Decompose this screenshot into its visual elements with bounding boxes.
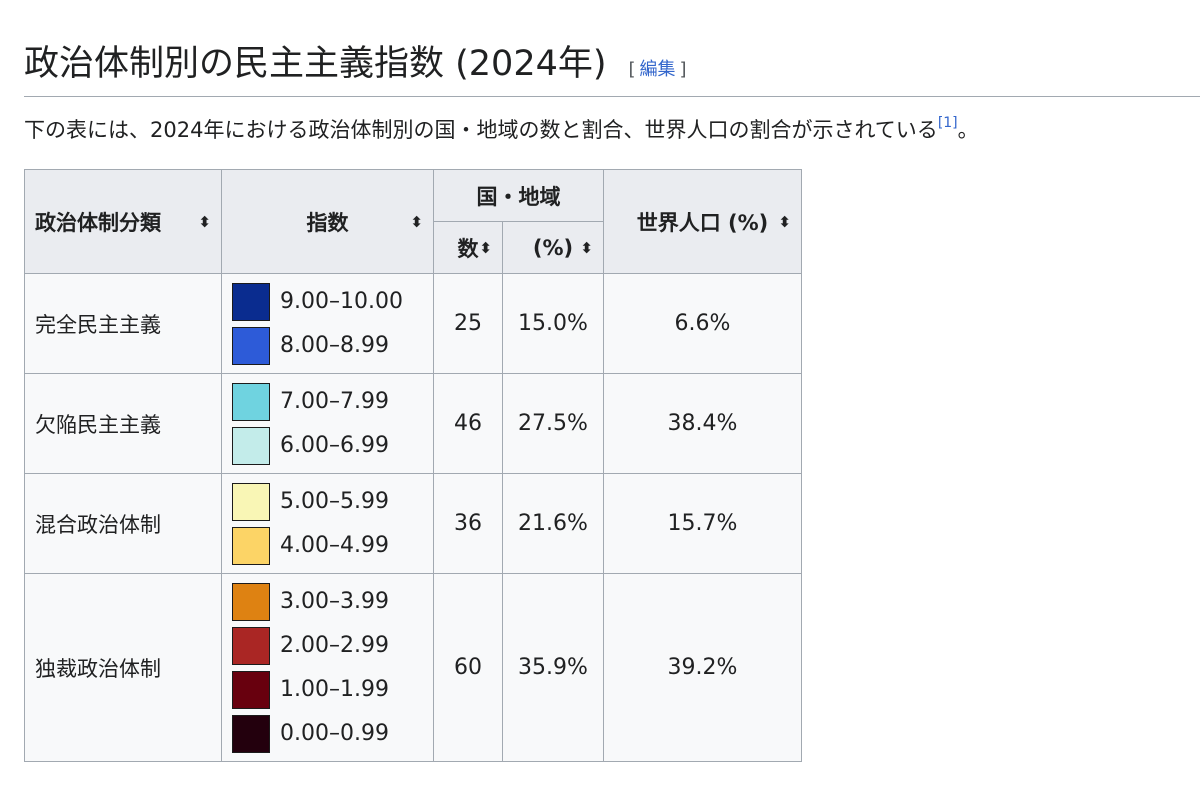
country-count: 36 bbox=[433, 473, 503, 574]
color-swatch bbox=[232, 714, 270, 753]
legend-label: 0.00–0.99 bbox=[280, 721, 389, 746]
country-percent: 27.5% bbox=[502, 373, 604, 474]
legend-label: 9.00–10.00 bbox=[280, 289, 403, 314]
legend-label: 6.00–6.99 bbox=[280, 433, 389, 458]
header-count-label: 数 bbox=[457, 236, 479, 261]
header-countries-label: 国・地域 bbox=[476, 184, 561, 209]
legend-item: 8.00–8.99 bbox=[232, 324, 423, 368]
table-row: 独裁政治体制 3.00–3.99 2.00–2.99 1.00–1.99 0.0… bbox=[24, 573, 802, 762]
header-population-label: 世界人口 (%) bbox=[636, 210, 769, 235]
header-index-label: 指数 bbox=[306, 210, 349, 235]
country-count: 46 bbox=[433, 373, 503, 474]
country-count: 60 bbox=[433, 573, 503, 762]
section-title: 政治体制別の民主主義指数 (2024年) bbox=[24, 44, 607, 84]
section-header: 政治体制別の民主主義指数 (2024年) [編集] bbox=[24, 40, 1200, 97]
legend-item: 2.00–2.99 bbox=[232, 624, 423, 668]
header-count[interactable]: 数 ⬍ bbox=[433, 221, 503, 274]
intro-end: 。 bbox=[957, 118, 979, 142]
sort-icon[interactable]: ⬍ bbox=[778, 213, 791, 231]
regime-type: 独裁政治体制 bbox=[24, 573, 222, 762]
intro-text: 下の表には、2024年における政治体制別の国・地域の数と割合、世界人口の割合が示… bbox=[24, 118, 938, 142]
header-type[interactable]: 政治体制分類 ⬍ bbox=[24, 169, 222, 274]
edit-bracket-close: ] bbox=[679, 59, 687, 80]
legend-label: 2.00–2.99 bbox=[280, 633, 389, 658]
sort-icon[interactable]: ⬍ bbox=[479, 239, 492, 257]
legend-item: 9.00–10.00 bbox=[232, 280, 423, 324]
color-swatch bbox=[232, 670, 270, 709]
legend-item: 3.00–3.99 bbox=[232, 580, 423, 624]
intro-paragraph: 下の表には、2024年における政治体制別の国・地域の数と割合、世界人口の割合が示… bbox=[24, 112, 979, 148]
sort-icon[interactable]: ⬍ bbox=[580, 239, 593, 257]
sort-icon[interactable]: ⬍ bbox=[410, 213, 423, 231]
reference-sup: [1] bbox=[938, 115, 958, 131]
header-index[interactable]: 指数 ⬍ bbox=[221, 169, 434, 274]
population-percent: 15.7% bbox=[603, 473, 802, 574]
heading-row: 政治体制別の民主主義指数 (2024年) [編集] bbox=[24, 40, 1200, 97]
color-swatch bbox=[232, 626, 270, 665]
population-percent: 6.6% bbox=[603, 273, 802, 374]
color-swatch bbox=[232, 326, 270, 365]
color-swatch bbox=[232, 382, 270, 421]
header-percent-label: (%) bbox=[532, 235, 574, 260]
color-swatch bbox=[232, 582, 270, 621]
edit-link[interactable]: 編集 bbox=[640, 59, 676, 80]
legend-item: 6.00–6.99 bbox=[232, 424, 423, 468]
table-row: 完全民主主義 9.00–10.00 8.00–8.99 25 15.0% 6.6… bbox=[24, 273, 802, 374]
legend-label: 5.00–5.99 bbox=[280, 489, 389, 514]
country-percent: 21.6% bbox=[502, 473, 604, 574]
index-legend: 9.00–10.00 8.00–8.99 bbox=[221, 273, 434, 374]
regime-type: 混合政治体制 bbox=[24, 473, 222, 574]
table-row: 混合政治体制 5.00–5.99 4.00–4.99 36 21.6% 15.7… bbox=[24, 473, 802, 574]
header-type-label: 政治体制分類 bbox=[35, 210, 161, 235]
legend-label: 7.00–7.99 bbox=[280, 389, 389, 414]
color-swatch bbox=[232, 426, 270, 465]
population-percent: 38.4% bbox=[603, 373, 802, 474]
legend-label: 8.00–8.99 bbox=[280, 333, 389, 358]
table-row: 欠陥民主主義 7.00–7.99 6.00–6.99 46 27.5% 38.4… bbox=[24, 373, 802, 474]
legend-item: 5.00–5.99 bbox=[232, 480, 423, 524]
population-percent: 39.2% bbox=[603, 573, 802, 762]
sort-icon[interactable]: ⬍ bbox=[198, 213, 211, 231]
index-legend: 7.00–7.99 6.00–6.99 bbox=[221, 373, 434, 474]
country-percent: 35.9% bbox=[502, 573, 604, 762]
header-population[interactable]: 世界人口 (%) ⬍ bbox=[603, 169, 802, 274]
legend-item: 7.00–7.99 bbox=[232, 380, 423, 424]
color-swatch bbox=[232, 482, 270, 521]
edit-bracket-open: [ bbox=[628, 59, 636, 80]
legend-label: 3.00–3.99 bbox=[280, 589, 389, 614]
color-swatch bbox=[232, 282, 270, 321]
country-count: 25 bbox=[433, 273, 503, 374]
reference-link[interactable]: [1] bbox=[938, 115, 958, 131]
legend-item: 0.00–0.99 bbox=[232, 712, 423, 756]
color-swatch bbox=[232, 526, 270, 565]
legend-label: 1.00–1.99 bbox=[280, 677, 389, 702]
edit-section: [編集] bbox=[629, 55, 687, 81]
legend-label: 4.00–4.99 bbox=[280, 533, 389, 558]
democracy-index-table: 政治体制分類 ⬍ 指数 ⬍ 国・地域 世界人口 (%) ⬍ 数 ⬍ (%) ⬍ bbox=[24, 169, 802, 762]
index-legend: 3.00–3.99 2.00–2.99 1.00–1.99 0.00–0.99 bbox=[221, 573, 434, 762]
legend-item: 1.00–1.99 bbox=[232, 668, 423, 712]
regime-type: 完全民主主義 bbox=[24, 273, 222, 374]
country-percent: 15.0% bbox=[502, 273, 604, 374]
legend-item: 4.00–4.99 bbox=[232, 524, 423, 568]
index-legend: 5.00–5.99 4.00–4.99 bbox=[221, 473, 434, 574]
regime-type: 欠陥民主主義 bbox=[24, 373, 222, 474]
header-percent[interactable]: (%) ⬍ bbox=[502, 221, 604, 274]
header-countries: 国・地域 bbox=[433, 169, 604, 222]
